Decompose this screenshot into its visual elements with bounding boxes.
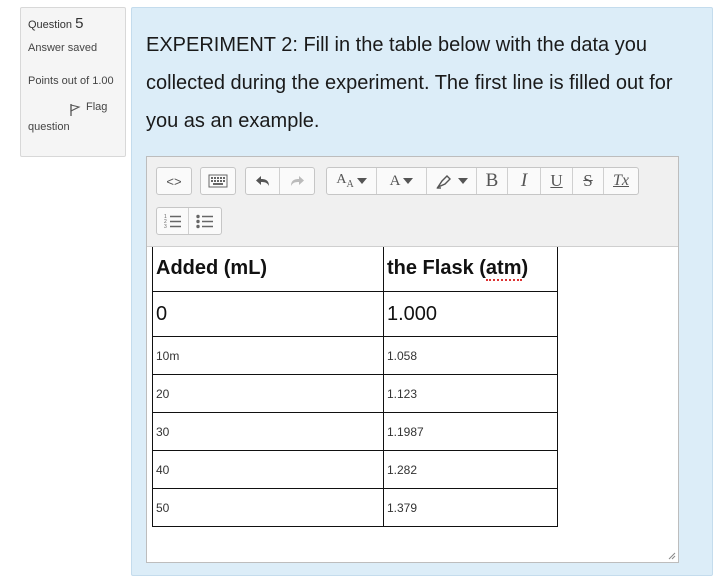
toolbar-group-format: AA A B I U S Tx — [326, 167, 639, 195]
bullet-list-icon[interactable] — [189, 208, 221, 234]
question-label: Question — [28, 19, 73, 31]
ordered-list-icon[interactable]: 1 2 3 — [157, 208, 189, 234]
question-number: Question 5 — [28, 15, 118, 32]
font-color-icon: A — [389, 172, 401, 189]
toolbar-group-keyboard — [200, 167, 236, 195]
editor-toolbar: <> AA A B I U S Tx 1 2 3 — [147, 157, 678, 247]
font-size-dropdown[interactable]: AA — [327, 168, 377, 194]
toolbar-group-code: <> — [156, 167, 192, 195]
clear-format-button[interactable]: Tx — [604, 168, 638, 194]
keyboard-icon[interactable] — [201, 168, 235, 194]
flag-label-question[interactable]: question — [28, 121, 118, 133]
redo-glyph — [291, 176, 304, 186]
editor-content-area[interactable]: Added (mL) the Flask (atm) 0 1.000 10m 1… — [147, 247, 678, 562]
undo-glyph — [255, 176, 269, 186]
table-header-cell[interactable]: the Flask (atm) — [383, 247, 558, 292]
table-cell[interactable]: 1.282 — [383, 450, 558, 489]
font-color-dropdown[interactable]: A — [377, 168, 427, 194]
toolbar-group-lists: 1 2 3 — [156, 207, 222, 235]
table-row: 40 1.282 — [152, 450, 558, 489]
resize-handle-icon[interactable] — [668, 552, 676, 560]
toolbar-group-history — [245, 167, 315, 195]
table-cell[interactable]: 20 — [152, 374, 384, 413]
table-cell[interactable]: 1.379 — [383, 488, 558, 527]
answer-status: Answer saved — [28, 42, 98, 54]
table-row: 20 1.123 — [152, 374, 558, 413]
table-cell[interactable]: 1.123 — [383, 374, 558, 413]
table-cell[interactable]: 30 — [152, 412, 384, 451]
highlight-dropdown[interactable] — [427, 168, 477, 194]
question-number-value: 5 — [75, 15, 84, 32]
redo-icon[interactable] — [280, 168, 314, 194]
table-row: 50 1.379 — [152, 488, 558, 527]
table-row: 10m 1.058 — [152, 336, 558, 375]
code-icon[interactable]: <> — [157, 168, 191, 194]
rich-text-editor[interactable]: <> AA A B I U S Tx 1 2 3 Added (mL) the … — [146, 156, 679, 563]
table-row: 0 1.000 — [152, 291, 558, 337]
table-cell[interactable]: 40 — [152, 450, 384, 489]
table-header-row: Added (mL) the Flask (atm) — [152, 247, 558, 292]
data-table: Added (mL) the Flask (atm) 0 1.000 10m 1… — [152, 247, 558, 527]
keyboard-glyph — [208, 174, 228, 188]
font-size-icon: AA — [336, 172, 354, 190]
highlight-icon — [436, 175, 451, 189]
table-header-cell[interactable]: Added (mL) — [152, 247, 384, 292]
points-label: Points out of 1.00 — [28, 75, 114, 87]
table-cell[interactable]: 10m — [152, 336, 384, 375]
question-text: EXPERIMENT 2: Fill in the table below wi… — [146, 34, 673, 132]
question-info-panel: Question 5 Answer saved Points out of 1.… — [20, 7, 126, 157]
table-cell[interactable]: 1.058 — [383, 336, 558, 375]
table-cell[interactable]: 1.1987 — [383, 412, 558, 451]
ordered-list-glyph: 1 2 3 — [164, 214, 181, 229]
question-content-panel: EXPERIMENT 2: Fill in the table below wi… — [131, 7, 713, 576]
undo-icon[interactable] — [246, 168, 280, 194]
italic-button[interactable]: I — [508, 168, 541, 194]
underline-button[interactable]: U — [541, 168, 573, 194]
bullet-list-glyph — [196, 214, 213, 229]
svg-text:3: 3 — [164, 224, 167, 229]
strikethrough-button[interactable]: S — [573, 168, 604, 194]
bold-button[interactable]: B — [477, 168, 508, 194]
flag-question-link[interactable]: Flag — [28, 101, 118, 116]
table-cell[interactable]: 0 — [152, 291, 384, 337]
flag-icon — [70, 104, 81, 116]
header-text: the Flask (atm) — [387, 257, 529, 281]
table-row: 30 1.1987 — [152, 412, 558, 451]
table-cell[interactable]: 1.000 — [383, 291, 558, 337]
table-cell[interactable]: 50 — [152, 488, 384, 527]
